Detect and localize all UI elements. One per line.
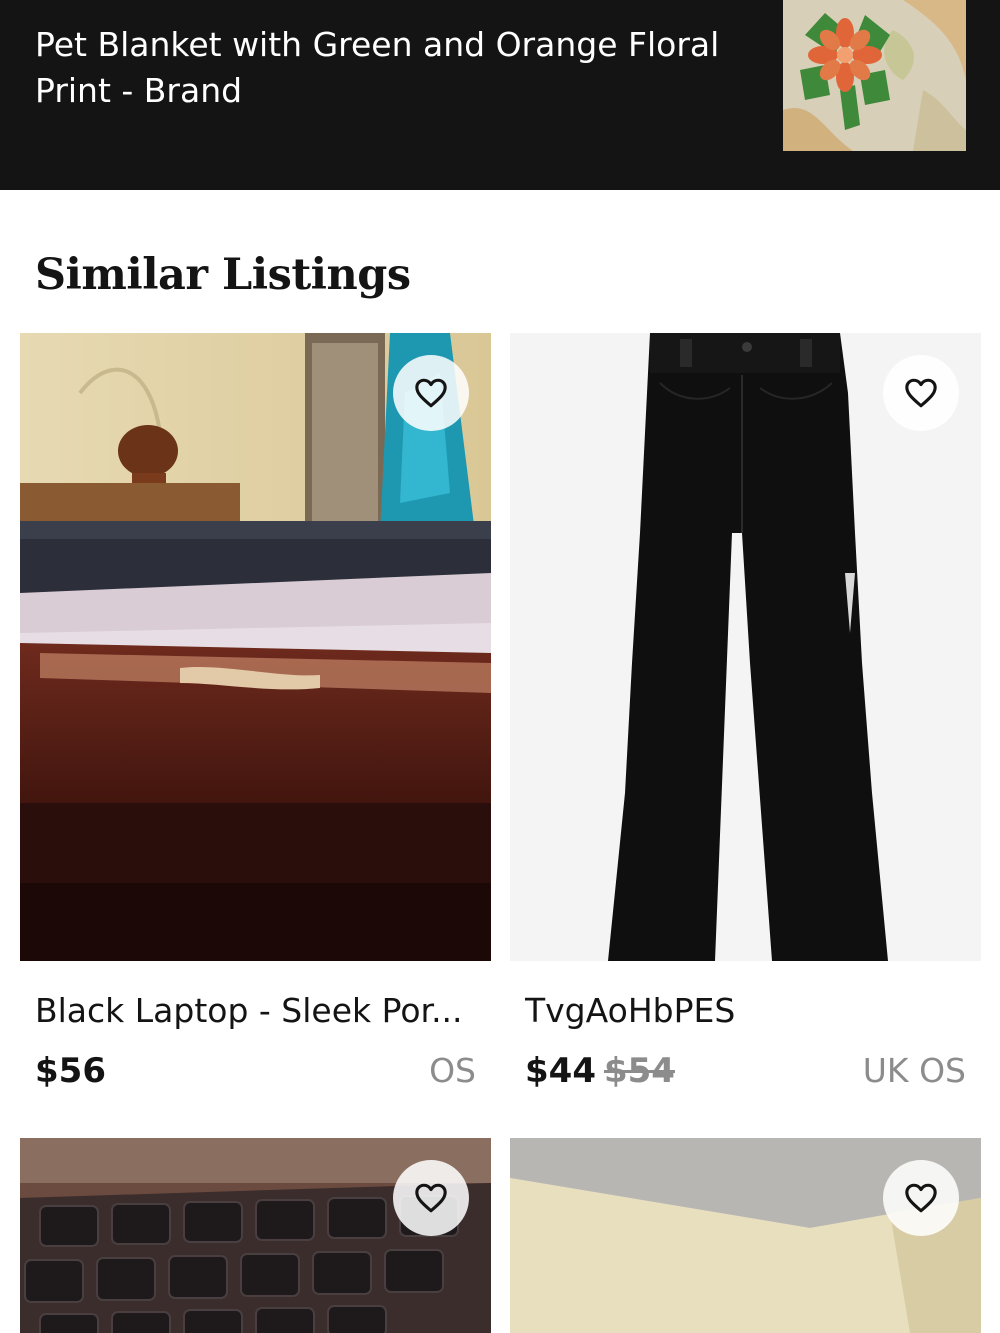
listing-header[interactable]: Pet Blanket with Green and Orange Floral…: [0, 0, 1000, 190]
listing-original-price: $54: [603, 1051, 675, 1091]
section-title: Similar Listings: [35, 250, 411, 300]
listing-thumbnail[interactable]: [783, 0, 966, 151]
like-button[interactable]: [883, 355, 959, 431]
heart-outline-icon: [905, 1183, 937, 1213]
heart-outline-icon: [415, 1183, 447, 1213]
listing-price: $44: [525, 1051, 596, 1091]
listing-title: Pet Blanket with Green and Orange Floral…: [35, 25, 720, 110]
like-button[interactable]: [393, 355, 469, 431]
listing-price: $56: [35, 1051, 106, 1091]
listing-card[interactable]: [20, 1138, 491, 1333]
listing-size: OS: [429, 1051, 476, 1090]
listing-name[interactable]: TvgAoHbPES: [525, 991, 970, 1030]
listing-card[interactable]: [510, 1138, 981, 1333]
listing-name[interactable]: Black Laptop - Sleek Por...: [35, 991, 480, 1030]
listing-card[interactable]: Black Laptop - Sleek Por... $56 OS: [20, 333, 491, 1093]
listing-card[interactable]: TvgAoHbPES $44 $54 UK OS: [510, 333, 981, 1093]
listing-size: UK OS: [862, 1051, 966, 1090]
price-row: $56 OS: [35, 1051, 476, 1091]
price-row: $44 $54 UK OS: [525, 1051, 966, 1091]
heart-outline-icon: [905, 378, 937, 408]
like-button[interactable]: [883, 1160, 959, 1236]
heart-outline-icon: [415, 378, 447, 408]
like-button[interactable]: [393, 1160, 469, 1236]
